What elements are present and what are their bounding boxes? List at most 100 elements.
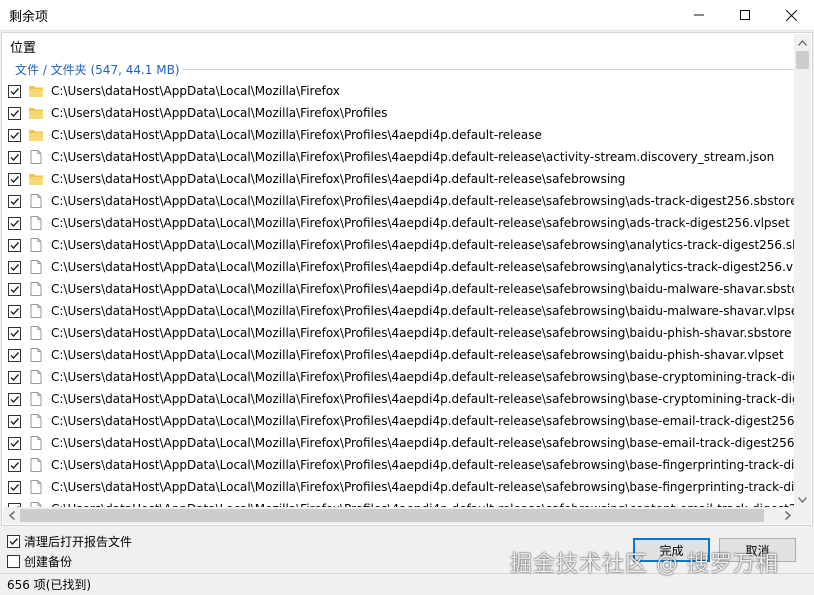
file-icon: [28, 281, 44, 297]
list-item[interactable]: C:\Users\dataHost\AppData\Local\Mozilla\…: [2, 388, 797, 410]
group-header[interactable]: 文件 / 文件夹 (547, 44.1 MB): [15, 61, 180, 78]
row-path: C:\Users\dataHost\AppData\Local\Mozilla\…: [51, 414, 797, 428]
row-checkbox[interactable]: [8, 194, 21, 208]
list-item[interactable]: C:\Users\dataHost\AppData\Local\Mozilla\…: [2, 322, 797, 344]
row-checkbox[interactable]: [8, 458, 21, 472]
create-backup-checkbox[interactable]: [7, 555, 20, 568]
minimize-button[interactable]: [676, 0, 722, 31]
row-checkbox[interactable]: [8, 414, 21, 428]
list-item[interactable]: C:\Users\dataHost\AppData\Local\Mozilla\…: [2, 344, 797, 366]
row-checkbox[interactable]: [8, 128, 21, 142]
file-icon: [28, 193, 44, 209]
leftover-items-list[interactable]: 位置 文件 / 文件夹 (547, 44.1 MB) C:\Users\data…: [1, 32, 813, 526]
check-icon: [10, 219, 20, 227]
row-path: C:\Users\dataHost\AppData\Local\Mozilla\…: [51, 194, 797, 208]
check-icon: [10, 373, 20, 381]
list-item[interactable]: C:\Users\dataHost\AppData\Local\Mozilla\…: [2, 190, 797, 212]
row-checkbox[interactable]: [8, 260, 21, 274]
list-item[interactable]: C:\Users\dataHost\AppData\Local\Mozilla\…: [2, 366, 797, 388]
vertical-scrollbar[interactable]: [794, 34, 811, 508]
row-checkbox[interactable]: [8, 480, 21, 494]
title-bar: 剩余项: [0, 0, 814, 31]
check-icon: [10, 153, 20, 161]
status-count: 656 项(已找到): [7, 578, 92, 592]
row-checkbox[interactable]: [8, 106, 21, 120]
row-checkbox[interactable]: [8, 150, 21, 164]
create-backup-option[interactable]: 创建备份: [7, 553, 72, 570]
vertical-scroll-thumb[interactable]: [796, 51, 809, 69]
list-item[interactable]: C:\Users\dataHost\AppData\Local\Mozilla\…: [2, 432, 797, 454]
list-item[interactable]: C:\Users\dataHost\AppData\Local\Mozilla\…: [2, 146, 797, 168]
row-path: C:\Users\dataHost\AppData\Local\Mozilla\…: [51, 480, 797, 494]
row-checkbox[interactable]: [8, 392, 21, 406]
file-icon: [28, 457, 44, 473]
list-item[interactable]: C:\Users\dataHost\AppData\Local\Mozilla\…: [2, 454, 797, 476]
status-bar: 656 项(已找到): [0, 573, 814, 595]
list-item[interactable]: C:\Users\dataHost\AppData\Local\Mozilla\…: [2, 300, 797, 322]
row-checkbox[interactable]: [8, 436, 21, 450]
scroll-up-button[interactable]: [794, 34, 811, 51]
row-path: C:\Users\dataHost\AppData\Local\Mozilla\…: [51, 304, 797, 318]
open-report-option[interactable]: 清理后打开报告文件: [7, 533, 132, 550]
create-backup-label: 创建备份: [24, 555, 73, 569]
finish-button[interactable]: 完成: [633, 538, 710, 562]
check-icon: [10, 241, 20, 249]
row-path: C:\Users\dataHost\AppData\Local\Mozilla\…: [51, 84, 340, 98]
row-path: C:\Users\dataHost\AppData\Local\Mozilla\…: [51, 348, 784, 362]
row-checkbox[interactable]: [8, 84, 21, 98]
maximize-button[interactable]: [722, 0, 768, 31]
row-checkbox[interactable]: [8, 238, 21, 252]
row-checkbox[interactable]: [8, 370, 21, 384]
chevron-right-icon: [784, 511, 791, 520]
list-item[interactable]: C:\Users\dataHost\AppData\Local\Mozilla\…: [2, 278, 797, 300]
list-item[interactable]: C:\Users\dataHost\AppData\Local\Mozilla\…: [2, 212, 797, 234]
row-path: C:\Users\dataHost\AppData\Local\Mozilla\…: [51, 150, 775, 164]
list-item[interactable]: C:\Users\dataHost\AppData\Local\Mozilla\…: [2, 124, 797, 146]
row-checkbox[interactable]: [8, 304, 21, 318]
row-path: C:\Users\dataHost\AppData\Local\Mozilla\…: [51, 172, 626, 186]
row-path: C:\Users\dataHost\AppData\Local\Mozilla\…: [51, 106, 388, 120]
row-path: C:\Users\dataHost\AppData\Local\Mozilla\…: [51, 238, 797, 252]
maximize-icon: [740, 10, 750, 20]
file-icon: [28, 215, 44, 231]
cancel-button[interactable]: 取消: [719, 538, 796, 562]
finish-button-label: 完成: [659, 543, 684, 558]
row-path: C:\Users\dataHost\AppData\Local\Mozilla\…: [51, 128, 542, 142]
close-icon: [785, 9, 797, 21]
cancel-button-label: 取消: [745, 543, 770, 558]
check-icon: [9, 538, 19, 546]
check-icon: [10, 109, 20, 117]
chevron-left-icon: [8, 511, 15, 520]
window-title: 剩余项: [9, 9, 49, 25]
list-item[interactable]: C:\Users\dataHost\AppData\Local\Mozilla\…: [2, 168, 797, 190]
row-checkbox[interactable]: [8, 326, 21, 340]
scroll-left-button[interactable]: [3, 507, 20, 524]
row-checkbox[interactable]: [8, 216, 21, 230]
column-header-location[interactable]: 位置: [10, 37, 36, 56]
list-item[interactable]: C:\Users\dataHost\AppData\Local\Mozilla\…: [2, 256, 797, 278]
list-item[interactable]: C:\Users\dataHost\AppData\Local\Mozilla\…: [2, 80, 797, 102]
row-path: C:\Users\dataHost\AppData\Local\Mozilla\…: [51, 370, 797, 384]
check-icon: [10, 395, 20, 403]
check-icon: [10, 351, 20, 359]
list-item[interactable]: C:\Users\dataHost\AppData\Local\Mozilla\…: [2, 234, 797, 256]
file-icon: [28, 369, 44, 385]
row-checkbox[interactable]: [8, 282, 21, 296]
check-icon: [10, 263, 20, 271]
horizontal-scroll-thumb[interactable]: [20, 509, 764, 522]
row-checkbox[interactable]: [8, 348, 21, 362]
check-icon: [10, 175, 20, 183]
list-item[interactable]: C:\Users\dataHost\AppData\Local\Mozilla\…: [2, 476, 797, 498]
file-icon: [28, 347, 44, 363]
scroll-down-button[interactable]: [794, 491, 811, 508]
open-report-checkbox[interactable]: [7, 535, 20, 548]
rows-container: C:\Users\dataHost\AppData\Local\Mozilla\…: [2, 80, 797, 520]
chevron-down-icon: [798, 496, 807, 503]
list-item[interactable]: C:\Users\dataHost\AppData\Local\Mozilla\…: [2, 102, 797, 124]
list-item[interactable]: C:\Users\dataHost\AppData\Local\Mozilla\…: [2, 410, 797, 432]
check-icon: [10, 417, 20, 425]
row-checkbox[interactable]: [8, 172, 21, 186]
file-icon: [28, 259, 44, 275]
horizontal-scrollbar[interactable]: [3, 507, 796, 524]
close-button[interactable]: [768, 0, 814, 31]
